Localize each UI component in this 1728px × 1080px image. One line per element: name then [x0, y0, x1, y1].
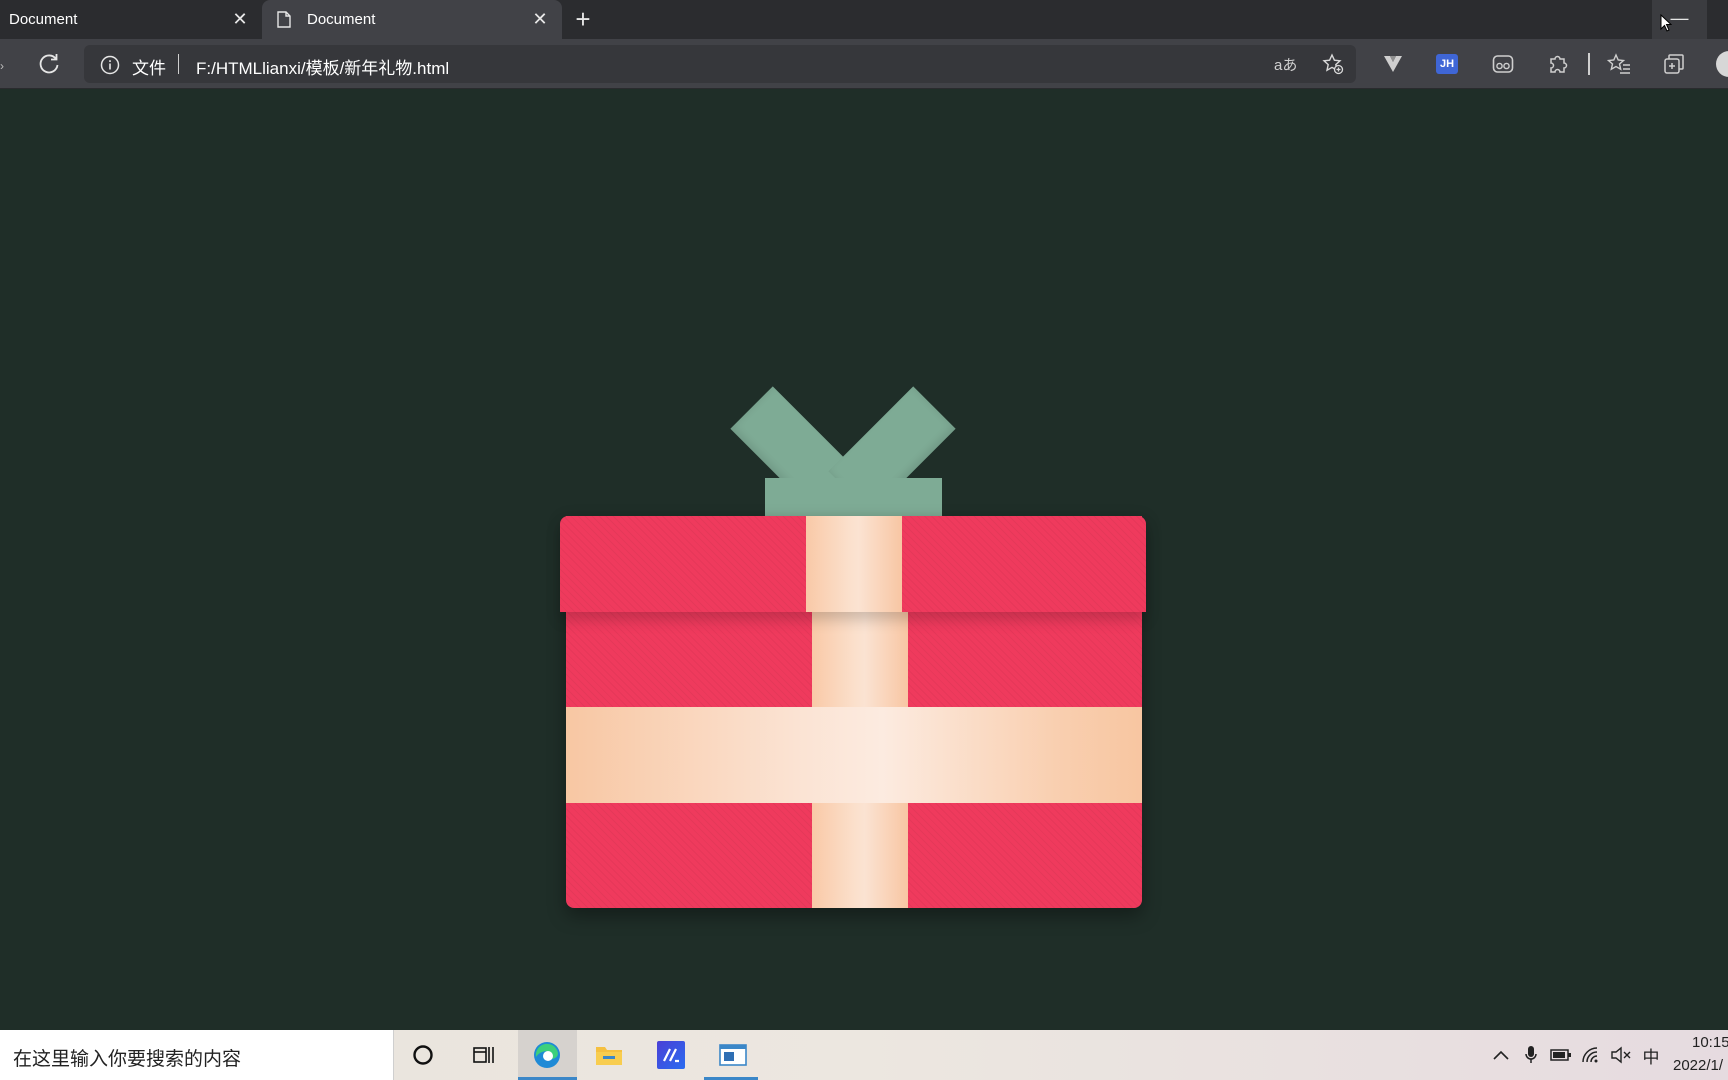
mouse-cursor-icon	[1660, 14, 1672, 32]
wifi-icon[interactable]	[1581, 1044, 1603, 1066]
back-arrow-icon[interactable]: ›	[0, 59, 6, 73]
windows-taskbar: 在这里输入你要搜索的内容 中 10:15 2022/1/	[0, 1030, 1728, 1080]
tab-title: Document	[307, 11, 376, 28]
toolbar-divider	[1588, 53, 1590, 75]
gift-box	[560, 380, 1146, 998]
volume-muted-icon[interactable]	[1610, 1044, 1632, 1066]
address-bar[interactable]: 文件 F:/HTMLlianxi/模板/新年礼物.html aあ	[84, 45, 1356, 83]
read-aloud-icon[interactable]: aあ	[1274, 54, 1297, 75]
ribbon-horizontal	[566, 707, 1142, 803]
address-divider	[178, 54, 179, 74]
add-favorite-icon[interactable]	[1322, 53, 1344, 75]
tab-document-2[interactable]: Document ✕	[262, 0, 562, 39]
task-view-icon[interactable]	[469, 1040, 499, 1070]
show-hidden-icons-icon[interactable]	[1490, 1044, 1512, 1066]
visual-studio-icon[interactable]	[656, 1040, 686, 1070]
scheme-label: 文件	[132, 59, 166, 78]
extensions-puzzle-icon[interactable]	[1545, 51, 1571, 77]
microphone-icon[interactable]	[1520, 1044, 1542, 1066]
browser-toolbar: › 文件 F:/HTMLlianxi/模板/新年礼物.html aあ JH	[0, 39, 1728, 89]
tab-title: Document	[9, 11, 78, 28]
edge-browser-icon[interactable]	[532, 1040, 562, 1070]
clock-date[interactable]: 2022/1/	[1673, 1057, 1723, 1074]
bow-knot	[765, 478, 942, 518]
jh-label: JH	[1436, 54, 1458, 74]
favorites-icon[interactable]	[1606, 51, 1632, 77]
profile-avatar[interactable]	[1716, 51, 1728, 77]
new-tab-button[interactable]: +	[568, 4, 598, 34]
collections-icon[interactable]	[1661, 51, 1687, 77]
close-tab-icon[interactable]: ✕	[528, 8, 552, 32]
battery-icon[interactable]	[1550, 1044, 1572, 1066]
tab-document-1[interactable]: Document ✕	[0, 0, 262, 39]
cortana-icon[interactable]	[408, 1040, 438, 1070]
lid-ribbon	[806, 516, 902, 612]
close-tab-icon[interactable]: ✕	[228, 8, 252, 32]
reload-icon[interactable]	[36, 51, 62, 77]
reading-glasses-icon[interactable]	[1490, 51, 1516, 77]
app-window-icon[interactable]	[718, 1040, 748, 1070]
url-text[interactable]: F:/HTMLlianxi/模板/新年礼物.html	[196, 54, 449, 79]
taskbar-search-box[interactable]: 在这里输入你要搜索的内容	[0, 1030, 394, 1080]
document-icon	[277, 11, 291, 28]
info-icon[interactable]	[100, 55, 120, 75]
gift-box-lid	[560, 516, 1146, 612]
page-canvas	[0, 90, 1728, 1030]
jh-extension-icon[interactable]: JH	[1434, 51, 1460, 77]
search-placeholder: 在这里输入你要搜索的内容	[13, 1049, 242, 1070]
clock-time[interactable]: 10:15	[1692, 1034, 1728, 1051]
file-explorer-icon[interactable]	[594, 1040, 624, 1070]
tab-strip: Document ✕ Document ✕ + —	[0, 0, 1728, 39]
vue-devtools-icon[interactable]	[1380, 51, 1406, 77]
input-method-indicator[interactable]: 中	[1640, 1044, 1662, 1067]
